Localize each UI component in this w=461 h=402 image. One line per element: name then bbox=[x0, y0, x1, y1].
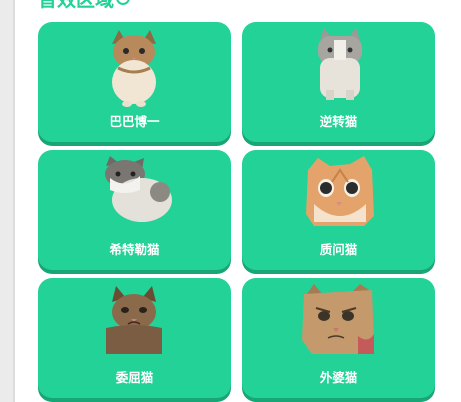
sound-card-4[interactable]: 质问猫 bbox=[242, 150, 435, 270]
cat-image-1 bbox=[112, 30, 156, 107]
sound-card-label: 希特勒猫 bbox=[109, 242, 160, 257]
info-circle-icon[interactable]: i bbox=[116, 0, 131, 5]
sound-card-5[interactable]: 委屈猫 bbox=[38, 278, 231, 398]
section-title: 音效区域 i bbox=[38, 0, 131, 12]
sound-card-6[interactable]: 外婆猫 bbox=[242, 278, 435, 398]
sound-card-label: 外婆猫 bbox=[319, 370, 358, 385]
cat-image-4 bbox=[306, 156, 374, 226]
sound-effect-grid: 巴巴博一 逆转猫 希特勒猫 质问猫 委屈猫 外婆猫 bbox=[38, 22, 435, 402]
cat-image-3 bbox=[105, 156, 172, 222]
sound-card-1[interactable]: 巴巴博一 bbox=[38, 22, 231, 142]
sound-card-label: 巴巴博一 bbox=[109, 114, 160, 129]
section-title-text: 音效区域 bbox=[38, 0, 114, 12]
cat-image-2 bbox=[318, 28, 362, 100]
sound-card-label: 委屈猫 bbox=[115, 370, 154, 385]
cat-image-5 bbox=[106, 286, 162, 354]
left-sidebar-edge bbox=[0, 0, 15, 402]
sound-card-3[interactable]: 希特勒猫 bbox=[38, 150, 231, 270]
sound-card-label: 逆转猫 bbox=[319, 114, 358, 129]
cat-image-6 bbox=[302, 284, 374, 354]
sound-card-label: 质问猫 bbox=[319, 242, 358, 257]
sound-card-2[interactable]: 逆转猫 bbox=[242, 22, 435, 142]
